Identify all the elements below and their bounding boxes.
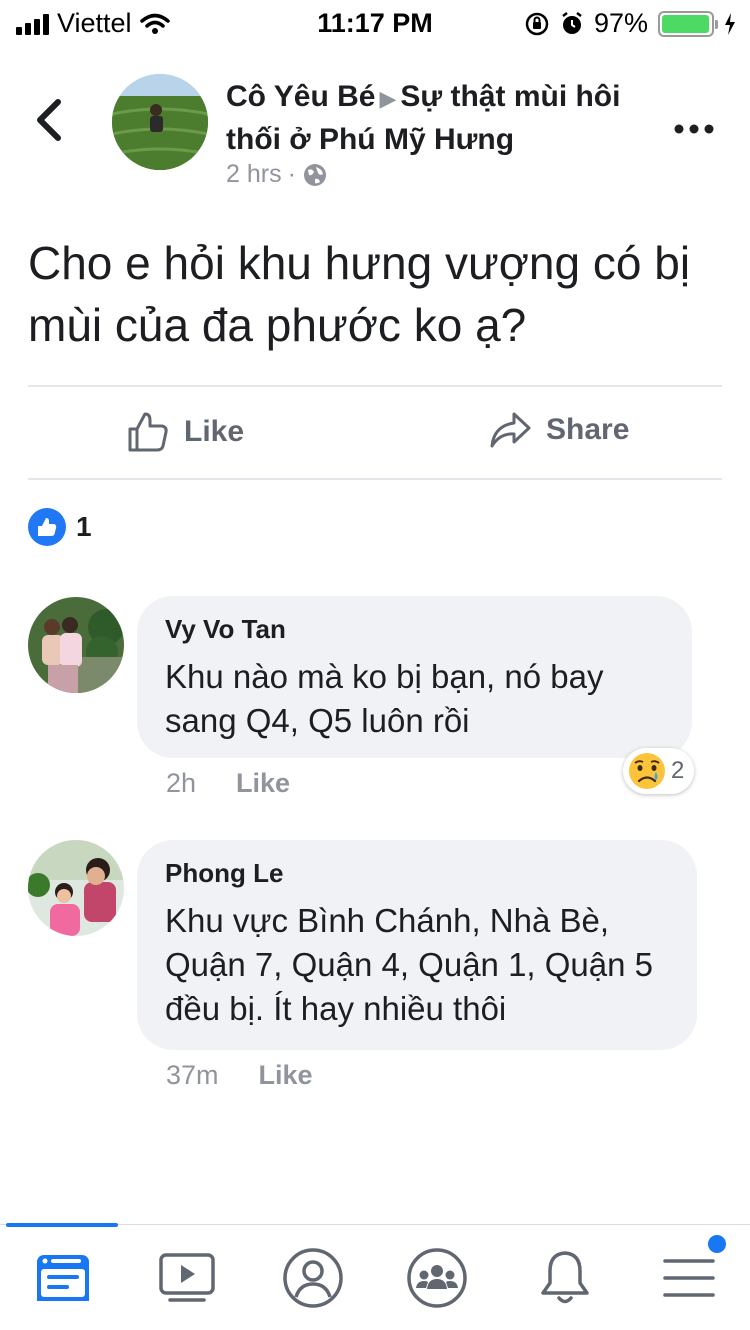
post-action-bar: Like Share [0,390,750,478]
share-icon [490,412,531,448]
commenter-avatar[interactable] [28,597,124,693]
author-avatar[interactable] [112,74,208,170]
post-header: Cô Yêu Bé ▶ Sự thật mùi hôi thối ở Phú Mỹ … [0,62,750,202]
groups-icon [407,1248,467,1308]
charging-icon [725,12,735,35]
orientation-lock-icon [525,12,549,35]
thumbs-up-icon [128,412,168,452]
comment-like-button[interactable]: Like [236,768,290,799]
battery-percent: 97% [593,8,648,38]
status-bar: Viettel 11:17 PM 97% [0,0,750,48]
comment-text: Khu vực Bình Chánh, Nhà Bè, Quận 7, Quận… [165,902,654,1027]
comment-time: 37m [166,1060,219,1090]
post-time: 2 hrs [226,160,282,188]
comment-time: 2h [166,768,197,798]
notifications-icon [541,1251,589,1304]
commenter-avatar[interactable] [28,840,124,936]
active-tab-indicator [6,1223,118,1227]
divider-bottom [28,478,722,480]
comment-bubble[interactable]: Phong Le Khu vực Bình Chánh, Nhà Bè, Quậ… [137,840,697,1050]
profile-icon [283,1248,343,1308]
comment-reaction-badge[interactable]: 2 [623,748,695,794]
more-dots-icon [674,124,714,134]
author-name[interactable]: Cô Yêu Bé [226,80,376,113]
post-meta: 2 hrs · [226,160,328,189]
alarm-icon [562,11,582,34]
comment-meta: 2h Like [166,768,290,799]
globe-icon [303,163,326,186]
post-text: Cho e hỏi khu hưng vượng có bị mùi của đ… [28,237,691,351]
battery-icon [658,10,718,37]
reaction-count: 1 [76,511,92,542]
share-label: Share [546,413,630,446]
tab-menu[interactable] [658,1235,726,1309]
bottom-tab-bar [0,1223,750,1330]
meta-separator: · [287,160,296,188]
divider-top [28,385,722,387]
battery-level [662,14,709,33]
comment-text: Khu nào mà ko bị bạn, nó bay sang Q4, Q5… [165,658,604,739]
commenter-name[interactable]: Phong Le [165,858,667,889]
avatar-photo [28,597,124,693]
group-arrow-icon: ▶ [379,86,397,111]
news-feed-icon [37,1255,89,1301]
menu-icon [663,1259,715,1297]
watch-icon [159,1253,215,1302]
chevron-left-icon [37,99,61,141]
status-bar-right: 97% [524,8,736,39]
reactions-summary[interactable]: 1 [28,508,92,546]
comment-like-button[interactable]: Like [259,1060,313,1091]
menu-notification-dot [708,1235,726,1253]
like-reaction-icon [28,508,66,546]
like-label: Like [184,415,245,448]
sad-emoji-icon [629,753,665,789]
comment-reaction-count: 2 [671,757,685,784]
back-button[interactable] [34,98,74,148]
avatar-photo [112,74,208,170]
tab-notifications[interactable] [534,1247,596,1309]
like-button[interactable]: Like [126,410,244,454]
tab-groups[interactable] [406,1247,468,1309]
commenter-name[interactable]: Vy Vo Tan [165,614,662,645]
more-options-button[interactable] [674,112,714,134]
share-button[interactable]: Share [488,410,629,450]
comment-meta: 37m Like [166,1060,313,1091]
avatar-photo [28,840,124,936]
comment-bubble[interactable]: Vy Vo Tan Khu nào mà ko bị bạn, nó bay s… [137,596,692,758]
post-title: Cô Yêu Bé ▶ Sự thật mùi hôi thối ở Phú Mỹ … [226,76,646,160]
tab-watch[interactable] [156,1247,218,1309]
tab-news-feed[interactable] [32,1247,94,1309]
tab-profile[interactable] [282,1247,344,1309]
